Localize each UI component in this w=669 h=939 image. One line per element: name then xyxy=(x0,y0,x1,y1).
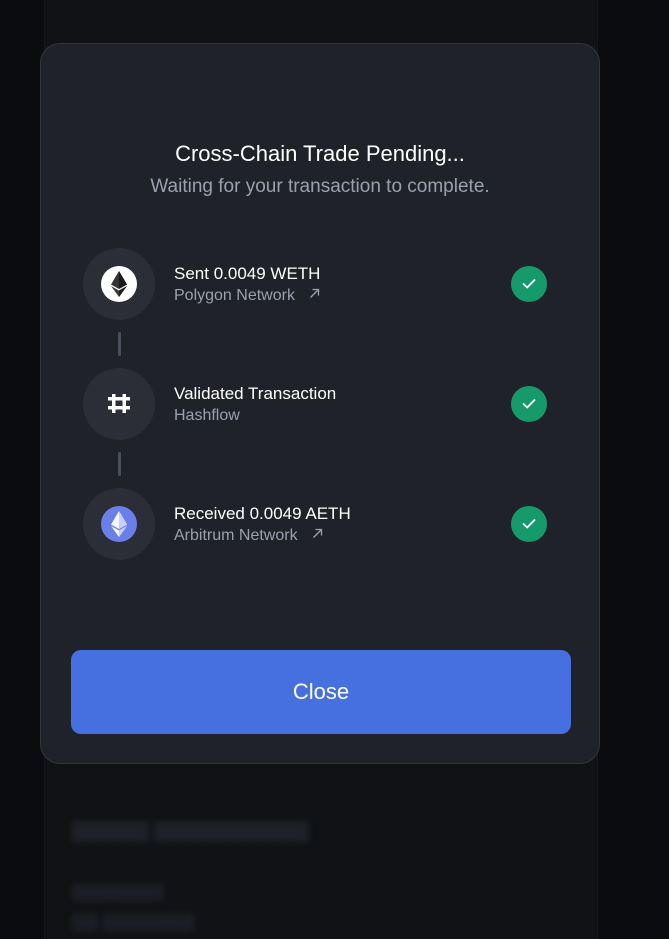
step-title: Received 0.0049 AETH xyxy=(174,504,351,523)
background-text-blurred: ▇▇▇▇▇▇▇ xyxy=(72,882,164,901)
step-received: Received 0.0049 AETH Arbitrum Network xyxy=(83,488,553,560)
step-subtitle: Arbitrum Network xyxy=(174,527,298,544)
step-icon-container xyxy=(83,368,155,440)
step-validated: Validated Transaction Hashflow xyxy=(83,368,553,440)
ethereum-icon xyxy=(101,266,137,302)
modal-title: Cross-Chain Trade Pending... xyxy=(175,141,465,166)
external-link-icon[interactable] xyxy=(312,528,323,539)
check-icon xyxy=(511,386,547,422)
step-subtitle: Hashflow xyxy=(174,407,240,424)
check-icon xyxy=(511,506,547,542)
modal-subtitle: Waiting for your transaction to complete… xyxy=(150,176,490,197)
step-icon-container xyxy=(83,488,155,560)
step-network-link[interactable]: Arbitrum Network xyxy=(174,527,323,545)
cross-chain-trade-modal: Cross-Chain Trade Pending... Waiting for… xyxy=(40,43,600,764)
step-title: Sent 0.0049 WETH xyxy=(174,264,321,283)
step-icon-container xyxy=(83,248,155,320)
background-text-blurred: ▇▇ ▇▇▇▇▇▇▇ xyxy=(72,912,195,931)
external-link-icon[interactable] xyxy=(309,288,320,299)
ethereum-icon xyxy=(101,506,137,542)
step-network-link[interactable]: Polygon Network xyxy=(174,287,320,305)
hashflow-icon xyxy=(108,394,130,413)
step-title: Validated Transaction xyxy=(174,384,337,403)
step-connector xyxy=(118,452,121,476)
check-icon xyxy=(511,266,547,302)
background-heading-blurred: ▇▇▇▇▇ ▇▇▇▇▇▇▇▇▇▇ xyxy=(72,820,309,842)
step-sent: Sent 0.0049 WETH Polygon Network xyxy=(83,248,553,320)
step-subtitle: Polygon Network xyxy=(174,287,295,304)
close-button[interactable]: Close xyxy=(71,650,571,734)
step-connector xyxy=(118,332,121,356)
